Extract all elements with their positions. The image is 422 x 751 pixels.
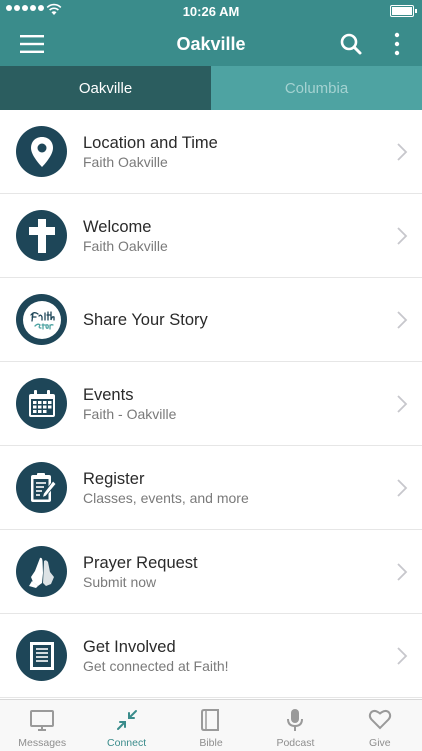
tab-columbia[interactable]: Columbia (211, 66, 422, 110)
status-time: 10:26 AM (182, 4, 240, 19)
list-item-subtitle: Classes, events, and more (83, 489, 249, 506)
hamburger-menu-icon[interactable] (14, 32, 50, 56)
list-item-title: Get Involved (83, 637, 176, 656)
chevron-right-icon (397, 143, 408, 161)
list-item-subtitle: Faith - Oakville (83, 405, 177, 422)
list-item-subtitle: Submit now (83, 573, 157, 590)
microphone-icon (287, 709, 304, 731)
list-item-get-involved[interactable]: Get Involved Get connected at Faith! (0, 614, 422, 698)
map-pin-icon (16, 126, 67, 177)
list-item-share-your-story[interactable]: Share Your Story (0, 278, 422, 362)
chevron-right-icon (397, 227, 408, 245)
faith-story-logo-icon (16, 294, 67, 345)
tab-give[interactable]: Give (338, 700, 422, 751)
arrows-in-icon (116, 710, 137, 730)
tab-label: Bible (199, 737, 223, 749)
tab-oakville[interactable]: Oakville (0, 66, 211, 110)
list-item-subtitle: Faith Oakville (83, 237, 168, 254)
more-options-icon[interactable] (392, 31, 402, 57)
list-item-subtitle: Faith Oakville (83, 153, 168, 170)
tab-label: Connect (107, 737, 147, 749)
chevron-right-icon (397, 647, 408, 665)
bulletin-icon (16, 630, 67, 681)
list-item-title: Prayer Request (83, 553, 198, 572)
calendar-icon (16, 378, 67, 429)
chevron-right-icon (397, 311, 408, 329)
clipboard-icon (16, 462, 67, 513)
list-item-subtitle: Get connected at Faith! (83, 657, 229, 674)
tab-messages[interactable]: Messages (0, 700, 84, 751)
list-item-title: Register (83, 469, 145, 488)
chevron-right-icon (397, 563, 408, 581)
chevron-right-icon (397, 395, 408, 413)
list-item-events[interactable]: Events Faith - Oakville (0, 362, 422, 446)
search-icon[interactable] (338, 31, 364, 57)
tab-podcast[interactable]: Podcast (253, 700, 337, 751)
cross-icon (16, 210, 67, 261)
list-item-title: Location and Time (83, 133, 218, 152)
tab-label: Give (369, 737, 391, 749)
list-item-register[interactable]: Register Classes, events, and more (0, 446, 422, 530)
monitor-icon (30, 710, 55, 731)
praying-hands-icon (16, 546, 67, 597)
list-item-title: Events (83, 385, 134, 404)
status-bar: 10:26 AM (0, 0, 422, 22)
tab-bible[interactable]: Bible (169, 700, 253, 751)
bottom-tab-bar: Messages Connect Bible Podcast Give (0, 699, 422, 751)
list-item-location-and-time[interactable]: Location and Time Faith Oakville (0, 110, 422, 194)
chevron-right-icon (397, 479, 408, 497)
book-icon (201, 709, 220, 731)
tab-label: Podcast (276, 737, 315, 749)
campus-tabs: Oakville Columbia (0, 66, 422, 110)
heart-icon (368, 710, 391, 730)
tab-connect[interactable]: Connect (84, 700, 168, 751)
tab-label: Messages (18, 737, 67, 749)
list-item-prayer-request[interactable]: Prayer Request Submit now (0, 530, 422, 614)
battery-icon (390, 5, 417, 17)
connect-list: Location and Time Faith Oakville Welcome… (0, 110, 422, 698)
list-item-title: Welcome (83, 217, 152, 236)
list-item-title: Share Your Story (83, 310, 208, 329)
list-item-welcome[interactable]: Welcome Faith Oakville (0, 194, 422, 278)
navigation-bar: Oakville (0, 22, 422, 66)
